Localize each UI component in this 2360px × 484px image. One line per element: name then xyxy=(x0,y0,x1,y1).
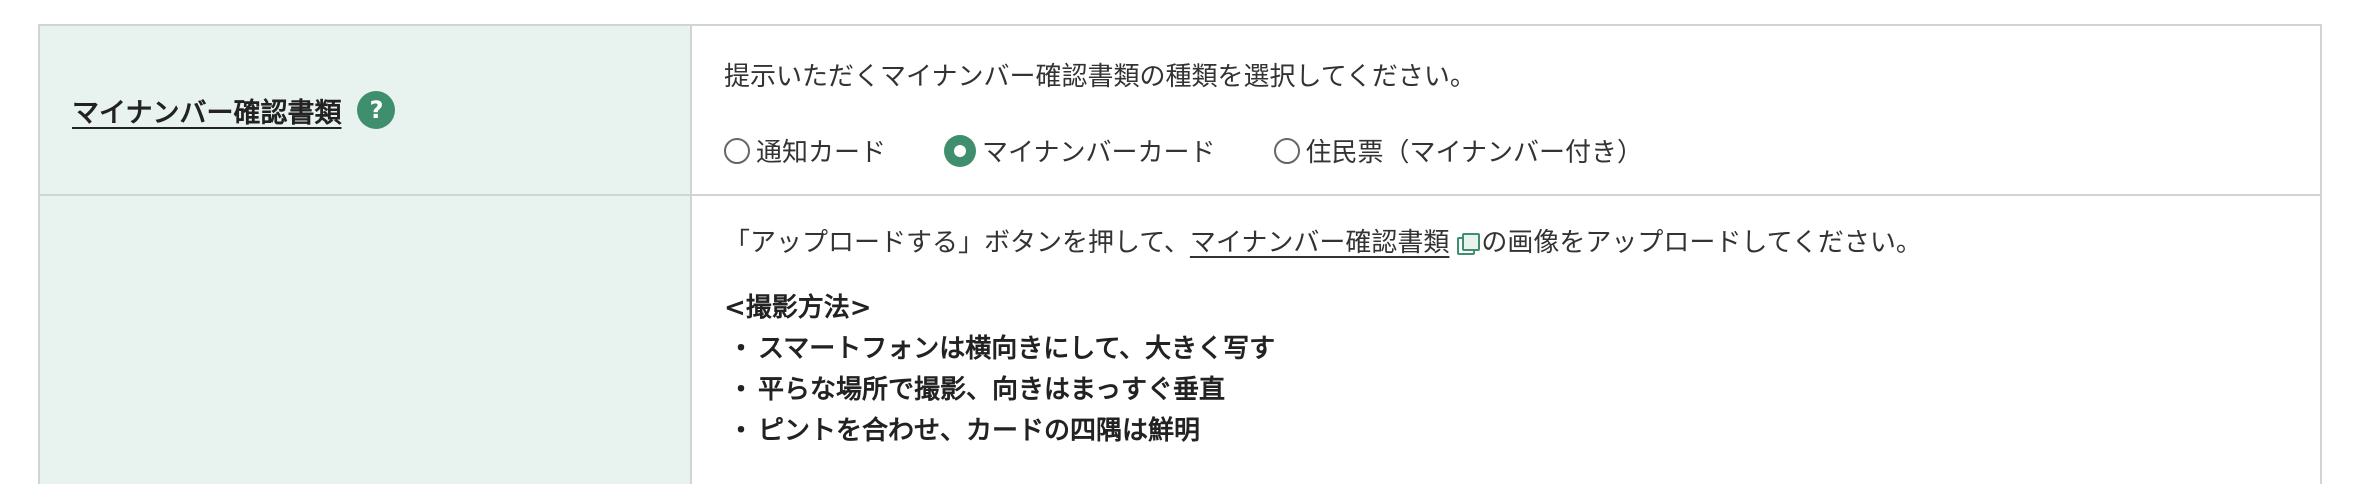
upload-instruction-suffix: の画像をアップロードしてください。 xyxy=(1481,228,1922,258)
radio-option-mynumber-card[interactable]: マイナンバーカード xyxy=(944,132,1216,169)
upload-label-cell xyxy=(40,196,692,484)
doc-type-row: マイナンバー確認書類 ? 提示いただくマイナンバー確認書類の種類を選択してくださ… xyxy=(40,26,2320,196)
method-item-text: 平らな場所で撮影、向きはまっすぐ垂直 xyxy=(758,375,1225,405)
method-item-text: ピントを合わせ、カードの四隅は鮮明 xyxy=(758,416,1201,446)
bullet: ・ xyxy=(727,334,754,364)
help-icon[interactable]: ? xyxy=(357,91,396,129)
upload-row: 「アップロードする」ボタンを押して、マイナンバー確認書類 の画像をアップロードして… xyxy=(40,196,2320,484)
radio-label: 住民票（マイナンバー付き） xyxy=(1305,138,1643,168)
method-list-item: ・ スマートフォンは横向きにして、大きく写す xyxy=(724,329,1275,370)
radio-option-notification-card[interactable]: 通知カード xyxy=(724,132,886,169)
radio-option-resident-record[interactable]: 住民票（マイナンバー付き） xyxy=(1273,132,1643,169)
bullet: ・ xyxy=(727,416,754,446)
method-list-item: ・ 平らな場所で撮影、向きはまっすぐ垂直 xyxy=(724,370,1275,411)
shooting-method: <撮影方法> ・ スマートフォンは横向きにして、大きく写す ・ 平らな場所で撮影… xyxy=(724,288,1275,452)
method-item-text: スマートフォンは横向きにして、大きく写す xyxy=(758,334,1276,364)
radio-label: マイナンバーカード xyxy=(982,138,1216,168)
upload-instruction: 「アップロードする」ボタンを押して、マイナンバー確認書類 の画像をアップロードして… xyxy=(724,222,1922,259)
method-list-item: ・ ピントを合わせ、カードの四隅は鮮明 xyxy=(724,411,1275,452)
radio-checked-icon[interactable] xyxy=(944,134,977,167)
doc-type-content-cell: 提示いただくマイナンバー確認書類の種類を選択してください。 通知カード マイナン… xyxy=(692,26,2320,194)
upload-content-cell: 「アップロードする」ボタンを押して、マイナンバー確認書類 の画像をアップロードして… xyxy=(692,196,2320,484)
radio-unchecked-icon[interactable] xyxy=(724,137,750,164)
external-window-icon[interactable] xyxy=(1457,233,1481,255)
form-table: マイナンバー確認書類 ? 提示いただくマイナンバー確認書類の種類を選択してくださ… xyxy=(38,24,2322,484)
method-heading: <撮影方法> xyxy=(724,293,872,323)
doc-type-label-cell: マイナンバー確認書類 ? xyxy=(40,26,692,194)
doc-type-link[interactable]: マイナンバー確認書類 xyxy=(1190,228,1449,258)
radio-unchecked-icon[interactable] xyxy=(1273,137,1300,164)
bullet: ・ xyxy=(727,375,754,405)
upload-instruction-prefix: 「アップロードする」ボタンを押して、 xyxy=(724,228,1190,258)
radio-label: 通知カード xyxy=(756,138,887,168)
doc-type-radio-group: 通知カード マイナンバーカード 住民票（マイナンバー付き） xyxy=(724,132,1643,169)
doc-type-instruction: 提示いただくマイナンバー確認書類の種類を選択してください。 xyxy=(724,62,1476,92)
doc-type-label-link[interactable]: マイナンバー確認書類 xyxy=(72,91,341,130)
